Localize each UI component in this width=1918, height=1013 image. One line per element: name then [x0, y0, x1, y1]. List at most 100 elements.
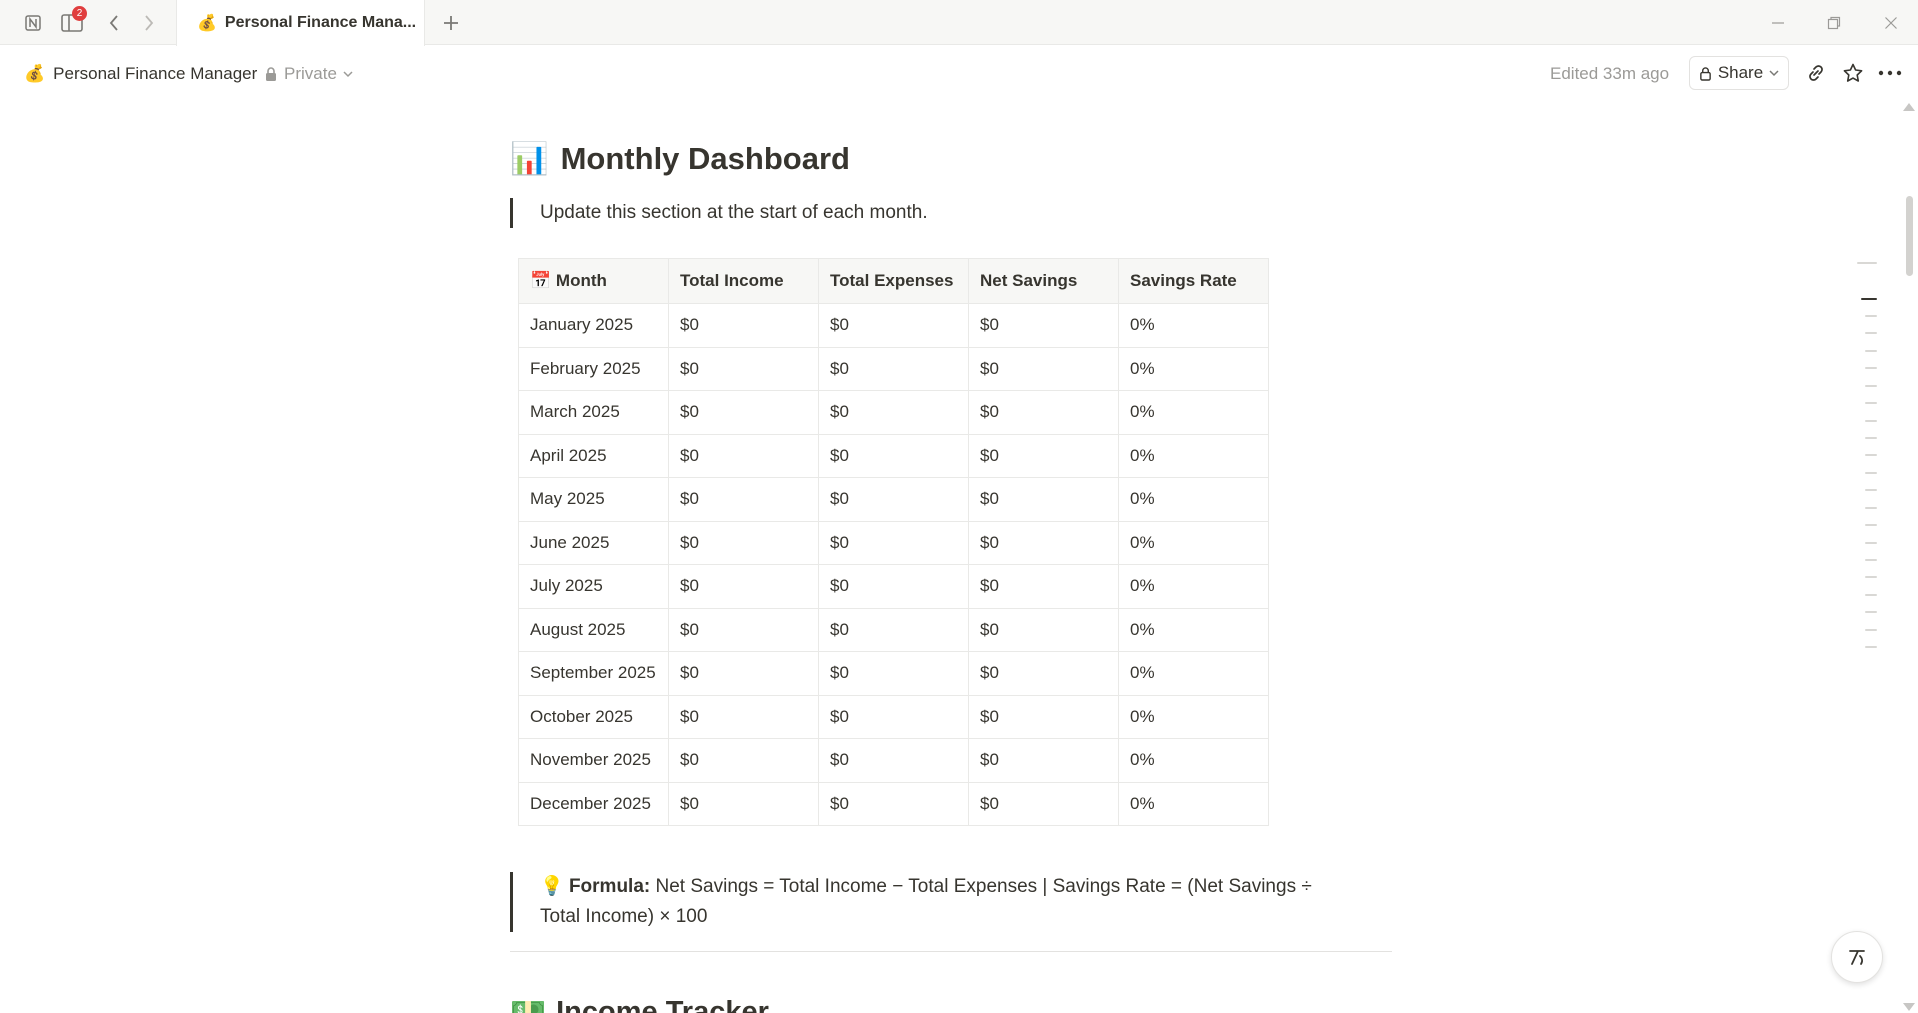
table-cell[interactable]: $0	[818, 520, 969, 565]
lightbulb-icon: 💡	[540, 876, 564, 897]
scroll-down-arrow[interactable]	[1903, 1003, 1915, 1011]
table-cell[interactable]: $0	[968, 694, 1119, 739]
calendar-icon: 📅	[530, 271, 552, 290]
table-cell[interactable]: 0%	[1118, 520, 1269, 565]
table-cell[interactable]: $0	[668, 781, 819, 826]
table-cell[interactable]: $0	[968, 346, 1119, 391]
table-cell[interactable]: $0	[968, 781, 1119, 826]
column-header-total-expenses[interactable]: Total Expenses	[818, 258, 969, 304]
table-cell[interactable]: $0	[968, 738, 1119, 783]
toc-line	[1865, 507, 1877, 509]
share-button[interactable]: Share	[1689, 56, 1789, 90]
table-cell[interactable]: $0	[668, 520, 819, 565]
back-arrow-icon[interactable]	[101, 10, 127, 36]
table-cell[interactable]: December 2025	[518, 781, 669, 826]
table-cell[interactable]: $0	[668, 694, 819, 739]
toc-line	[1865, 315, 1877, 317]
notion-ai-button[interactable]	[1831, 931, 1883, 983]
scrollbar-thumb[interactable]	[1906, 196, 1913, 276]
table-cell[interactable]: October 2025	[518, 694, 669, 739]
table-cell[interactable]: $0	[668, 738, 819, 783]
table-cell[interactable]: $0	[818, 738, 969, 783]
table-cell[interactable]: $0	[818, 303, 969, 348]
table-cell[interactable]: $0	[668, 651, 819, 696]
table-row: October 2025 $0 $0 $0 0%	[518, 694, 1269, 739]
minimize-icon[interactable]	[1766, 12, 1790, 34]
lock-icon	[266, 67, 276, 81]
table-cell[interactable]: $0	[968, 433, 1119, 478]
table-cell[interactable]: $0	[968, 651, 1119, 696]
table-cell[interactable]: 0%	[1118, 694, 1269, 739]
toc-line	[1865, 489, 1877, 491]
table-cell[interactable]: $0	[818, 390, 969, 435]
star-icon[interactable]	[1840, 60, 1866, 86]
table-cell[interactable]: $0	[818, 477, 969, 522]
table-cell[interactable]: August 2025	[518, 607, 669, 652]
formula-quote[interactable]: 💡 Formula: Net Savings = Total Income − …	[510, 872, 1350, 932]
table-cell[interactable]: $0	[668, 564, 819, 609]
notion-logo-icon[interactable]	[20, 10, 46, 36]
table-cell[interactable]: 0%	[1118, 303, 1269, 348]
table-cell[interactable]: 0%	[1118, 346, 1269, 391]
table-cell[interactable]: 0%	[1118, 607, 1269, 652]
table-cell[interactable]: $0	[668, 477, 819, 522]
table-cell[interactable]: 0%	[1118, 477, 1269, 522]
update-note-quote[interactable]: Update this section at the start of each…	[510, 198, 928, 228]
table-cell[interactable]: $0	[818, 433, 969, 478]
table-cell[interactable]: $0	[668, 346, 819, 391]
breadcrumb[interactable]: 💰 Personal Finance Manager	[24, 64, 257, 84]
forward-arrow-icon[interactable]	[136, 10, 162, 36]
table-cell[interactable]: $0	[668, 390, 819, 435]
table-cell[interactable]: 0%	[1118, 390, 1269, 435]
privacy-label: Private	[284, 64, 337, 83]
table-cell[interactable]: 0%	[1118, 738, 1269, 783]
column-header-month[interactable]: 📅 Month	[518, 258, 669, 304]
table-cell[interactable]: May 2025	[518, 477, 669, 522]
table-cell[interactable]: November 2025	[518, 738, 669, 783]
table-cell[interactable]: $0	[968, 607, 1119, 652]
column-header-net-savings[interactable]: Net Savings	[968, 258, 1119, 304]
tab-title: Personal Finance Mana...	[224, 14, 417, 31]
sidebar-toggle-icon[interactable]: 2	[59, 6, 87, 36]
scroll-up-arrow[interactable]	[1903, 103, 1915, 111]
new-tab-plus-icon[interactable]	[437, 9, 465, 37]
column-header-savings-rate[interactable]: Savings Rate	[1118, 258, 1269, 304]
table-cell[interactable]: 0%	[1118, 564, 1269, 609]
column-header-total-income[interactable]: Total Income	[668, 258, 819, 304]
table-cell[interactable]: 0%	[1118, 433, 1269, 478]
table-cell[interactable]: $0	[968, 520, 1119, 565]
table-cell[interactable]: $0	[818, 564, 969, 609]
table-cell[interactable]: $0	[968, 303, 1119, 348]
table-cell[interactable]: $0	[818, 694, 969, 739]
bar-chart-icon: 📊	[510, 141, 549, 176]
privacy-dropdown[interactable]: Private	[264, 64, 353, 84]
close-icon[interactable]	[1879, 12, 1903, 34]
link-icon[interactable]	[1803, 60, 1829, 86]
table-cell[interactable]: $0	[818, 607, 969, 652]
restore-icon[interactable]	[1822, 12, 1846, 34]
table-cell[interactable]: 0%	[1118, 651, 1269, 696]
table-cell[interactable]: March 2025	[518, 390, 669, 435]
income-tracker-heading[interactable]: 💵 Income Tracker	[510, 995, 769, 1013]
more-options-icon[interactable]	[1877, 60, 1903, 86]
table-cell[interactable]: $0	[968, 564, 1119, 609]
table-cell[interactable]: $0	[668, 433, 819, 478]
chevron-down-icon	[343, 71, 353, 78]
table-cell[interactable]: $0	[818, 651, 969, 696]
table-cell[interactable]: $0	[668, 303, 819, 348]
table-cell[interactable]: February 2025	[518, 346, 669, 391]
table-cell[interactable]: $0	[968, 390, 1119, 435]
active-tab[interactable]: 💰 Personal Finance Mana...	[176, 0, 425, 46]
table-cell[interactable]: July 2025	[518, 564, 669, 609]
table-cell[interactable]: $0	[818, 781, 969, 826]
table-cell[interactable]: January 2025	[518, 303, 669, 348]
table-cell[interactable]: 0%	[1118, 781, 1269, 826]
page-header: 💰 Personal Finance Manager Private Edite…	[0, 46, 1918, 102]
table-cell[interactable]: September 2025	[518, 651, 669, 696]
table-cell[interactable]: $0	[668, 607, 819, 652]
table-cell[interactable]: April 2025	[518, 433, 669, 478]
monthly-dashboard-heading[interactable]: 📊 Monthly Dashboard	[510, 140, 850, 177]
table-cell[interactable]: $0	[818, 346, 969, 391]
table-cell[interactable]: June 2025	[518, 520, 669, 565]
table-cell[interactable]: $0	[968, 477, 1119, 522]
